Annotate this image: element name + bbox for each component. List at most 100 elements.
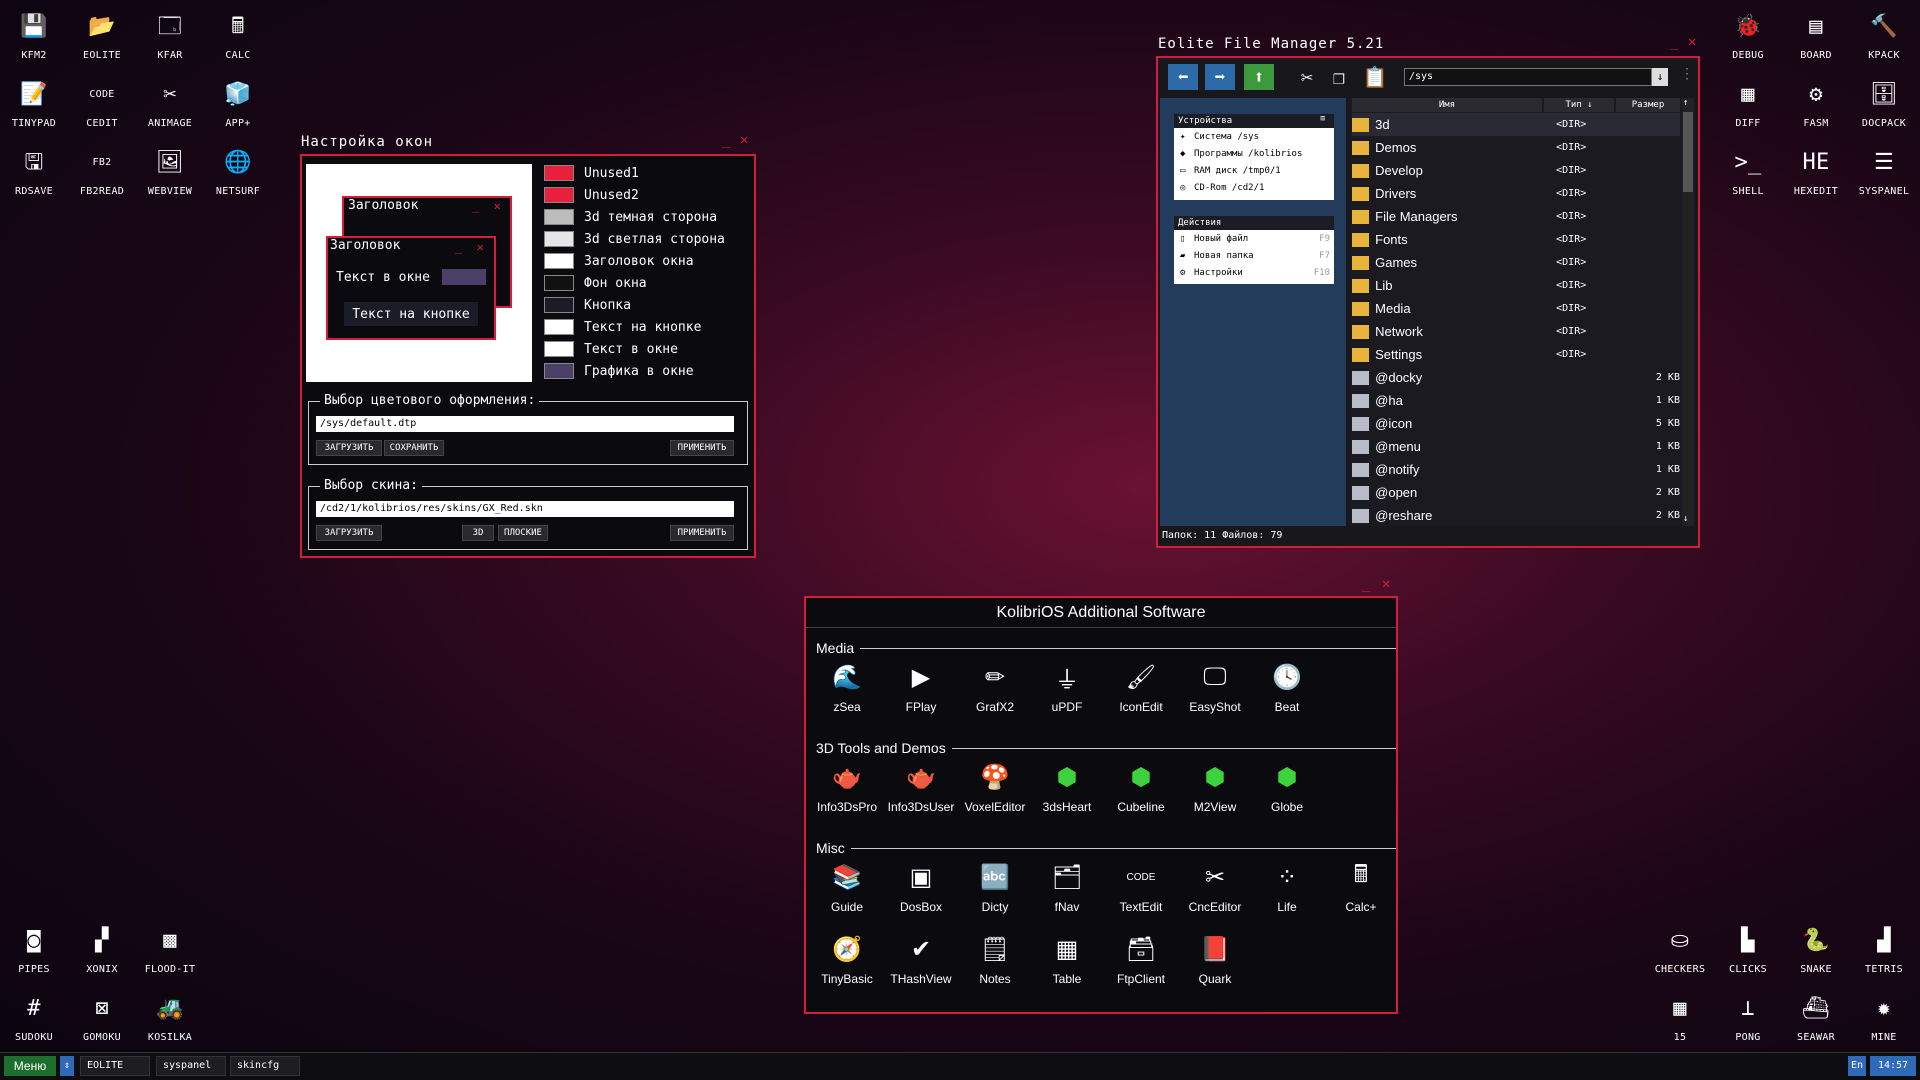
clock[interactable]: 14:57 <box>1870 1056 1916 1076</box>
color-swatch[interactable] <box>544 253 574 269</box>
desktop-icon-netsurf[interactable]: 🌐 NETSURF <box>204 146 272 198</box>
desktop-icon-fasm[interactable]: ⚙ FASM <box>1782 78 1850 130</box>
desktop-icon-pong[interactable]: ⊥ PONG <box>1714 992 1782 1044</box>
back-arrow-icon[interactable]: ⬅ <box>1168 64 1198 90</box>
desktop-icon-kpack[interactable]: 🔨 KPACK <box>1850 10 1918 62</box>
color-row[interactable]: Заголовок окна <box>544 252 694 270</box>
file-row[interactable]: @ha 1 KB <box>1352 389 1680 412</box>
file-row[interactable]: Games <DIR> <box>1352 251 1680 274</box>
scheme-save-button[interactable]: СОХРАНИТЬ <box>384 440 444 456</box>
desktop-icon-webview[interactable]: 🖼 WEBVIEW <box>136 146 204 198</box>
color-swatch[interactable] <box>544 297 574 313</box>
color-swatch[interactable] <box>544 209 574 225</box>
device-item[interactable]: ▭ RAM диск /tmp0/1 <box>1180 166 1281 176</box>
forward-arrow-icon[interactable]: ➡ <box>1205 64 1235 90</box>
desktop-icon-15[interactable]: ▦ 15 <box>1646 992 1714 1044</box>
app-dosbox[interactable]: ▣ DosBox <box>884 860 958 915</box>
color-swatch[interactable] <box>544 275 574 291</box>
app-guide[interactable]: 📚 Guide <box>810 860 884 915</box>
skin-flat-button[interactable]: ПЛОСКИЕ <box>498 525 548 541</box>
copy-icon[interactable]: ❐ <box>1326 64 1352 90</box>
app-beat[interactable]: 🕓 Beat <box>1250 660 1324 715</box>
task-button[interactable]: EOLITE <box>80 1056 150 1076</box>
color-swatch[interactable] <box>544 165 574 181</box>
desktop-icon-calc[interactable]: 🖩 CALC <box>204 10 272 62</box>
desktop-icon-checkers[interactable]: ⛀ CHECKERS <box>1646 924 1714 976</box>
app-cubeline[interactable]: ⬢ Cubeline <box>1104 760 1178 815</box>
app-quark[interactable]: 📕 Quark <box>1178 932 1252 987</box>
desktop-icon-flood-it[interactable]: ▩ FLOOD-IT <box>136 924 204 976</box>
skin-3d-button[interactable]: 3D <box>462 525 494 541</box>
app-dicty[interactable]: 🔤 Dicty <box>958 860 1032 915</box>
color-row[interactable]: 3d светлая сторона <box>544 230 725 248</box>
task-button[interactable]: syspanel <box>156 1056 226 1076</box>
column-name[interactable]: Имя <box>1352 98 1542 112</box>
close-button[interactable]: ✕ <box>1382 576 1390 592</box>
desktop-icon-shell[interactable]: >_ SHELL <box>1714 146 1782 198</box>
desktop-icon-seawar[interactable]: ⛴ SEAWAR <box>1782 992 1850 1044</box>
desktop-icon-hexedit[interactable]: HE HEXEDIT <box>1782 146 1850 198</box>
desktop-icon-xonix[interactable]: ▞ XONIX <box>68 924 136 976</box>
scroll-down-icon[interactable]: ↓ <box>1683 514 1688 524</box>
desktop-icon-diff[interactable]: ▦ DIFF <box>1714 78 1782 130</box>
path-dropdown-button[interactable]: ↓ <box>1652 68 1668 86</box>
desktop-icon-app-[interactable]: 🧊 APP+ <box>204 78 272 130</box>
cut-icon[interactable]: ✂ <box>1294 64 1320 90</box>
desktop-icon-eolite[interactable]: 📂 EOLITE <box>68 10 136 62</box>
desktop-icon-rdsave[interactable]: 🖫 RDSAVE <box>0 146 68 198</box>
file-row[interactable]: Demos <DIR> <box>1352 136 1680 159</box>
desktop-icon-kfm2[interactable]: 💾 KFM2 <box>0 10 68 62</box>
file-row[interactable]: File Managers <DIR> <box>1352 205 1680 228</box>
skin-load-button[interactable]: ЗАГРУЗИТЬ <box>316 525 382 541</box>
file-row[interactable]: Settings <DIR> <box>1352 343 1680 366</box>
scheme-apply-button[interactable]: ПРИМЕНИТЬ <box>670 440 734 456</box>
app-zsea[interactable]: 🌊 zSea <box>810 660 884 715</box>
app-easyshot[interactable]: 🖵 EasyShot <box>1178 660 1252 714</box>
color-row[interactable]: Фон окна <box>544 274 647 292</box>
device-item[interactable]: ◆ Программы /kolibrios <box>1180 149 1302 159</box>
file-row[interactable]: 3d <DIR> <box>1352 113 1680 136</box>
desktop-icon-animage[interactable]: ✂ ANIMAGE <box>136 78 204 130</box>
color-swatch[interactable] <box>544 319 574 335</box>
file-row[interactable]: @open 2 KB <box>1352 481 1680 504</box>
color-swatch[interactable] <box>544 341 574 357</box>
file-row[interactable]: @icon 5 KB <box>1352 412 1680 435</box>
file-row[interactable]: Media <DIR> <box>1352 297 1680 320</box>
scroll-up-icon[interactable]: ↑ <box>1683 98 1688 108</box>
app-info3dspro[interactable]: 🫖 Info3DsPro <box>810 760 884 815</box>
scrollbar-thumb[interactable] <box>1683 112 1693 192</box>
app-life[interactable]: ⁘ Life <box>1250 860 1324 915</box>
desktop-icon-board[interactable]: ▤ BOARD <box>1782 10 1850 62</box>
file-row[interactable]: @notify 1 KB <box>1352 458 1680 481</box>
app-globe[interactable]: ⬢ Globe <box>1250 760 1324 815</box>
app-3dsheart[interactable]: ⬢ 3dsHeart <box>1030 760 1104 815</box>
app-calc-[interactable]: 🖩 Calc+ <box>1324 860 1398 915</box>
color-row[interactable]: Unused2 <box>544 186 639 204</box>
up-arrow-icon[interactable]: ⬆ <box>1244 64 1274 90</box>
minimize-button[interactable]: _ <box>1670 34 1678 50</box>
app-voxeleditor[interactable]: 🍄 VoxelEditor <box>958 760 1032 815</box>
color-row[interactable]: Графика в окне <box>544 362 694 380</box>
file-row[interactable]: Fonts <DIR> <box>1352 228 1680 251</box>
app-fplay[interactable]: ▶ FPlay <box>884 660 958 715</box>
desktop-icon-debug[interactable]: 🐞 DEBUG <box>1714 10 1782 62</box>
device-item[interactable]: ✦ Система /sys <box>1180 132 1259 142</box>
task-button[interactable]: skincfg <box>230 1056 300 1076</box>
file-row[interactable]: Drivers <DIR> <box>1352 182 1680 205</box>
color-row[interactable]: Текст в окне <box>544 340 678 358</box>
skin-apply-button[interactable]: ПРИМЕНИТЬ <box>670 525 734 541</box>
color-swatch[interactable] <box>544 187 574 203</box>
color-row[interactable]: 3d темная сторона <box>544 208 717 226</box>
color-row[interactable]: Кнопка <box>544 296 631 314</box>
desktop-icon-kosilka[interactable]: 🚜 KOSILKA <box>136 992 204 1044</box>
desktop-icon-mine[interactable]: ✹ MINE <box>1850 992 1918 1044</box>
app-notes[interactable]: 🗒 Notes <box>958 932 1032 987</box>
action-item[interactable]: ▯ Новый файл F9 <box>1180 234 1330 244</box>
app-updf[interactable]: ⏚ uPDF <box>1030 660 1104 715</box>
file-row[interactable]: @menu 1 KB <box>1352 435 1680 458</box>
app-fnav[interactable]: 🗂 fNav <box>1030 860 1104 915</box>
action-item[interactable]: ▰ Новая папка F7 <box>1180 251 1330 261</box>
app-info3dsuser[interactable]: 🫖 Info3DsUser <box>884 760 958 815</box>
desktop-icon-kfar[interactable]: 🗔 KFAR <box>136 10 204 62</box>
file-row[interactable]: @reshare 2 KB <box>1352 504 1680 527</box>
